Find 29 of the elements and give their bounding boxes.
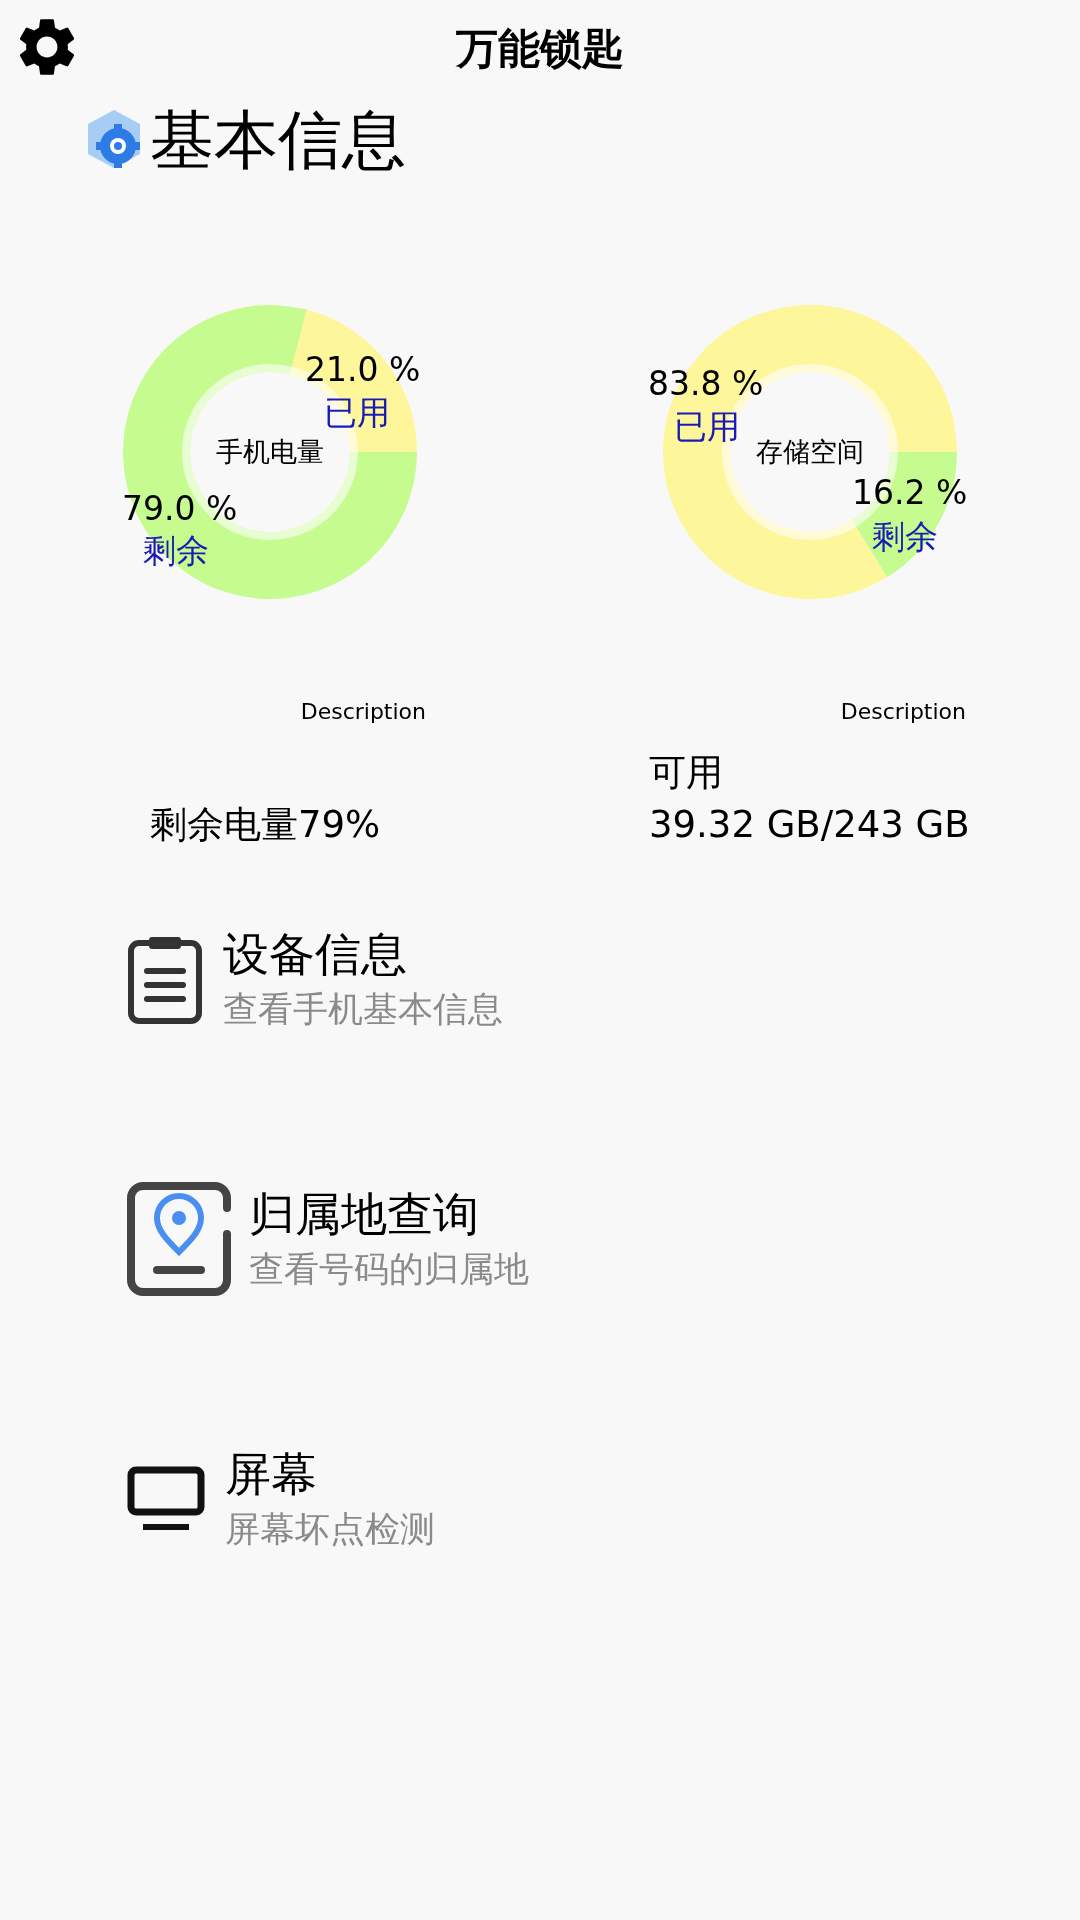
percent-label: 16.2 % (852, 475, 968, 509)
category-label: 已用 (324, 395, 390, 429)
chart-description: Description (300, 698, 426, 726)
menu-subtitle: 屏幕坏点检测 (225, 1508, 435, 1551)
monitor-icon (127, 1466, 205, 1532)
menu-subtitle: 查看号码的归属地 (249, 1248, 529, 1291)
chart-description: Description (840, 698, 966, 726)
app-title: 万能锁匙 (456, 22, 624, 75)
percent-label: 79.0 % (122, 491, 238, 525)
menu-title: 设备信息 (223, 926, 408, 982)
category-label: 已用 (674, 409, 740, 443)
menu-subtitle: 查看手机基本信息 (223, 988, 503, 1031)
menu-item[interactable]: 设备信息 查看手机基本信息 (127, 926, 1080, 1032)
info-text: 可用 (649, 750, 724, 796)
category-label: 剩余 (872, 519, 938, 553)
menu-title: 屏幕 (225, 1446, 318, 1502)
info-text: 39.32 GB/243 GB (649, 802, 971, 848)
info-text: 剩余电量79% (150, 802, 382, 848)
location-card-icon (127, 1182, 231, 1296)
menu-item[interactable]: 归属地查询 查看号码的归属地 (127, 1182, 1080, 1296)
chart-center-label: 存储空间 (756, 434, 864, 469)
menu-item[interactable]: 屏幕 屏幕坏点检测 (127, 1446, 1080, 1552)
menu-title: 归属地查询 (249, 1186, 480, 1242)
section-title: 基本信息 (150, 108, 406, 172)
settings-icon[interactable] (18, 18, 76, 76)
category-label: 剩余 (143, 533, 209, 567)
chart-center-label: 手机电量 (216, 434, 324, 469)
percent-label: 83.8 % (648, 366, 764, 400)
percent-label: 21.0 % (305, 352, 421, 386)
